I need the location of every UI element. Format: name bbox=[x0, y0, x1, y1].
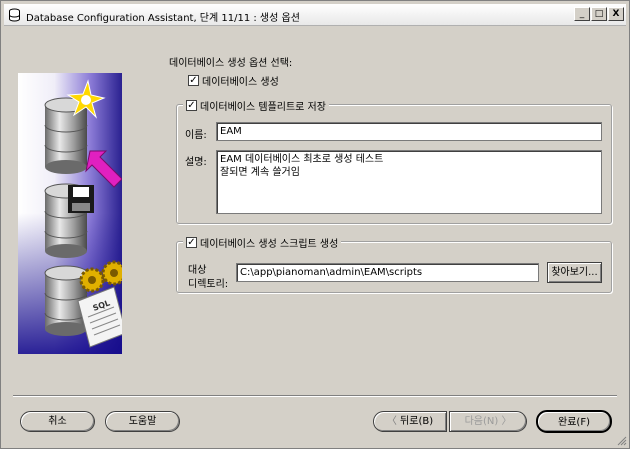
chevron-right-icon: 〉 bbox=[501, 416, 512, 427]
next-button-label: 다음(N) bbox=[464, 416, 499, 427]
generate-scripts-label: 데이터베이스 생성 스크립트 생성 bbox=[200, 239, 339, 250]
target-directory-input[interactable]: C:\app\pianoman\admin\EAM\scripts bbox=[236, 263, 539, 282]
save-template-checkbox[interactable]: ✓ 데이터베이스 템플리트로 저장 bbox=[183, 98, 329, 113]
save-template-label: 데이터베이스 템플리트로 저장 bbox=[200, 102, 326, 113]
target-directory-label-line1: 대상 bbox=[188, 265, 207, 276]
browse-button[interactable]: 찾아보기... bbox=[547, 262, 602, 283]
chevron-left-icon: 〈 bbox=[386, 416, 397, 427]
target-directory-label-line2: 디렉토리: bbox=[188, 279, 229, 290]
create-database-label: 데이터베이스 생성 bbox=[202, 77, 279, 88]
wizard-illustration: SQL bbox=[18, 73, 122, 354]
template-name-label: 이름: bbox=[185, 130, 207, 141]
minimize-button[interactable]: _ bbox=[574, 7, 590, 21]
footer-separator bbox=[13, 395, 617, 397]
close-button[interactable]: X bbox=[608, 7, 624, 21]
template-description-label: 설명: bbox=[185, 157, 207, 168]
cancel-button[interactable]: 취소 bbox=[20, 411, 95, 432]
create-database-checkbox[interactable]: ✓ 데이터베이스 생성 bbox=[188, 73, 279, 88]
arrow-icon bbox=[85, 150, 122, 188]
template-description-textarea[interactable]: EAM 데이터베이스 최초로 생성 테스트 잘되면 계속 쓸거임 bbox=[216, 150, 602, 214]
window-title: Database Configuration Assistant, 단계 11/… bbox=[26, 13, 300, 24]
title-bar: Database Configuration Assistant, 단계 11/… bbox=[4, 4, 626, 26]
help-button[interactable]: 도움말 bbox=[105, 411, 180, 432]
template-name-input[interactable]: EAM bbox=[216, 122, 602, 141]
floppy-disk-icon bbox=[68, 185, 94, 213]
checkbox-checked-icon: ✓ bbox=[186, 100, 197, 111]
maximize-button[interactable]: □ bbox=[591, 7, 607, 21]
database-app-icon bbox=[9, 8, 20, 22]
back-button[interactable]: 〈 뒤로(B) bbox=[373, 411, 447, 432]
dbca-window: Database Configuration Assistant, 단계 11/… bbox=[0, 0, 630, 449]
finish-button-label: 완료(F) bbox=[558, 417, 590, 428]
checkbox-checked-icon: ✓ bbox=[188, 75, 199, 86]
finish-button[interactable]: 완료(F) bbox=[536, 410, 612, 433]
gear-icon bbox=[79, 260, 122, 293]
next-button[interactable]: 다음(N) 〉 bbox=[449, 411, 527, 432]
back-button-label: 뒤로(B) bbox=[400, 416, 434, 427]
resize-grip-icon[interactable] bbox=[617, 436, 627, 446]
checkbox-checked-icon: ✓ bbox=[186, 237, 197, 248]
generate-scripts-checkbox[interactable]: ✓ 데이터베이스 생성 스크립트 생성 bbox=[183, 235, 342, 250]
section-heading: 데이터베이스 생성 옵션 선택: bbox=[169, 58, 293, 69]
